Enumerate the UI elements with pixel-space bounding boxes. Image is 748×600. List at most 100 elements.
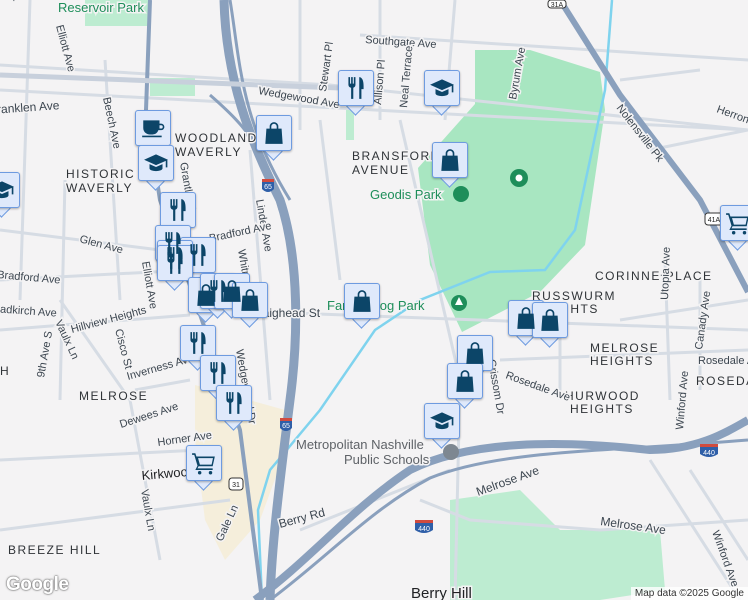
i65-shield: 65 <box>280 418 292 431</box>
graduation-cap-icon <box>0 177 15 203</box>
svg-text:440: 440 <box>703 450 715 457</box>
label-rosedale: ROSEDALE <box>696 374 748 388</box>
label-russwurm: RUSSWURM <box>532 289 616 303</box>
marker-tile <box>186 445 222 481</box>
shopping-bag-icon <box>452 368 478 394</box>
svg-text:440: 440 <box>418 526 430 533</box>
marker-tile <box>138 145 174 181</box>
shopping-bag-icon <box>537 307 563 333</box>
poi-marker-shopping[interactable] <box>232 282 268 328</box>
poi-marker-school[interactable] <box>424 70 460 116</box>
coffee-cup-icon <box>140 115 166 141</box>
poi-marker-shopping[interactable] <box>432 142 468 188</box>
poi-marker-shopping[interactable] <box>344 283 380 329</box>
map-attribution[interactable]: Map data ©2025 Google <box>630 587 748 600</box>
graduation-cap-icon <box>429 75 455 101</box>
marker-tile <box>424 403 460 439</box>
label-partial: H <box>0 364 10 378</box>
i440-shield: 440 <box>415 520 433 533</box>
stadium-icon[interactable] <box>453 186 469 202</box>
poi-marker-school[interactable] <box>0 172 20 218</box>
fork-knife-icon <box>165 197 191 223</box>
label-waverly: WAVERLY <box>175 145 242 159</box>
i65-shield-2: 65 <box>262 179 274 192</box>
label-corinne-place: CORINNE PLACE <box>595 269 713 283</box>
poi-marker-restaurant[interactable] <box>216 385 252 431</box>
google-logo: Google <box>6 574 69 595</box>
marker-tile <box>447 363 483 399</box>
shopping-bag-icon <box>462 340 488 366</box>
street-cisco-st: Cisco St <box>112 328 134 371</box>
street-nolensville-pk: Nolensville Pk <box>614 102 666 164</box>
fork-knife-icon <box>343 75 369 101</box>
shopping-bag-icon <box>237 287 263 313</box>
label-bransford: BRANSFORD <box>352 149 441 163</box>
marker-tile <box>457 335 493 371</box>
marker-tile <box>344 283 380 319</box>
place-geodis-park[interactable]: Geodis Park <box>369 186 444 204</box>
street-allison-pl: Allison Pl <box>372 59 388 105</box>
poi-marker-school[interactable] <box>138 145 174 191</box>
street-winford-ave: Winford Ave <box>674 370 691 430</box>
graduation-cap-icon <box>143 150 169 176</box>
label-breeze-hill: BREEZE HILL <box>8 543 101 557</box>
poi-marker-grocery[interactable] <box>720 205 748 251</box>
fork-knife-icon <box>205 360 231 386</box>
street-hadkirch-ave: Hadkirch Ave <box>0 303 57 319</box>
place-reservoir-park[interactable]: Reservoir Park <box>57 0 146 17</box>
shopping-cart-icon <box>191 450 217 476</box>
marker-tile <box>200 355 236 391</box>
label-woodland: WOODLAND <box>175 131 258 145</box>
fork-knife-icon <box>185 242 211 268</box>
place-metro-schools[interactable]: Metropolitan Nashville <box>295 436 426 454</box>
fork-knife-icon <box>185 330 211 356</box>
label-hurwood-heights: HEIGHTS <box>570 402 634 416</box>
label-melrose-heights-2: HEIGHTS <box>590 354 654 368</box>
poi-marker-school[interactable] <box>424 403 460 449</box>
label-historic: HISTORIC <box>66 167 135 181</box>
i440-shield-2: 440 <box>700 444 718 457</box>
graduation-cap-icon <box>429 408 455 434</box>
svg-text:41A: 41A <box>708 217 721 224</box>
fork-knife-icon <box>221 390 247 416</box>
marker-tile <box>532 302 568 338</box>
svg-text:31: 31 <box>232 482 240 489</box>
svg-text:65: 65 <box>264 184 272 191</box>
label-hurwood: HURWOOD <box>565 389 640 403</box>
marker-tile <box>180 325 216 361</box>
marker-tile <box>135 110 171 146</box>
marker-tile <box>256 115 292 151</box>
marker-tile <box>432 142 468 178</box>
us31a-shield: 31A <box>547 0 567 9</box>
street-utopia-ave: Utopia Ave <box>659 247 673 300</box>
poi-marker-grocery[interactable] <box>186 445 222 491</box>
label-waverly-2: WAVERLY <box>66 181 133 195</box>
marker-tile <box>720 205 748 241</box>
poi-marker-shopping[interactable] <box>447 363 483 409</box>
street-9th-ave-s: 9th Ave S <box>35 330 55 378</box>
fork-knife-icon <box>162 250 188 276</box>
park-pin-dot <box>515 174 523 182</box>
label-melrose-heights: MELROSE <box>590 341 659 355</box>
place-berry-hill[interactable]: Berry Hill <box>410 584 474 600</box>
street-elliott-ave: Elliott Ave <box>53 24 77 74</box>
street-canady-ave: Canady Ave <box>693 290 713 350</box>
marker-tile <box>216 385 252 421</box>
shopping-bag-icon <box>349 288 375 314</box>
shopping-bag-icon <box>513 305 539 331</box>
street-rosedale-ave: Rosedale Ave <box>698 355 748 367</box>
street-neal-terrace: Neal Terrace <box>398 45 415 108</box>
street-herron: Herron <box>715 104 748 127</box>
shopping-bag-icon <box>261 120 287 146</box>
street-bradford-ave: Bradford Ave <box>0 269 61 286</box>
marker-tile <box>232 282 268 318</box>
street-rosedale-ave-2: Rosedale Ave <box>504 370 572 404</box>
street-10th: 10th <box>5 0 21 3</box>
place-metro-schools-2[interactable]: Public Schools <box>343 451 432 469</box>
marker-tile <box>338 70 374 106</box>
poi-marker-shopping[interactable] <box>256 115 292 161</box>
poi-marker-shopping[interactable] <box>532 302 568 348</box>
poi-marker-restaurant[interactable] <box>338 70 374 116</box>
street-southgate-ave: Southgate Ave <box>365 34 437 51</box>
marker-tile <box>424 70 460 106</box>
